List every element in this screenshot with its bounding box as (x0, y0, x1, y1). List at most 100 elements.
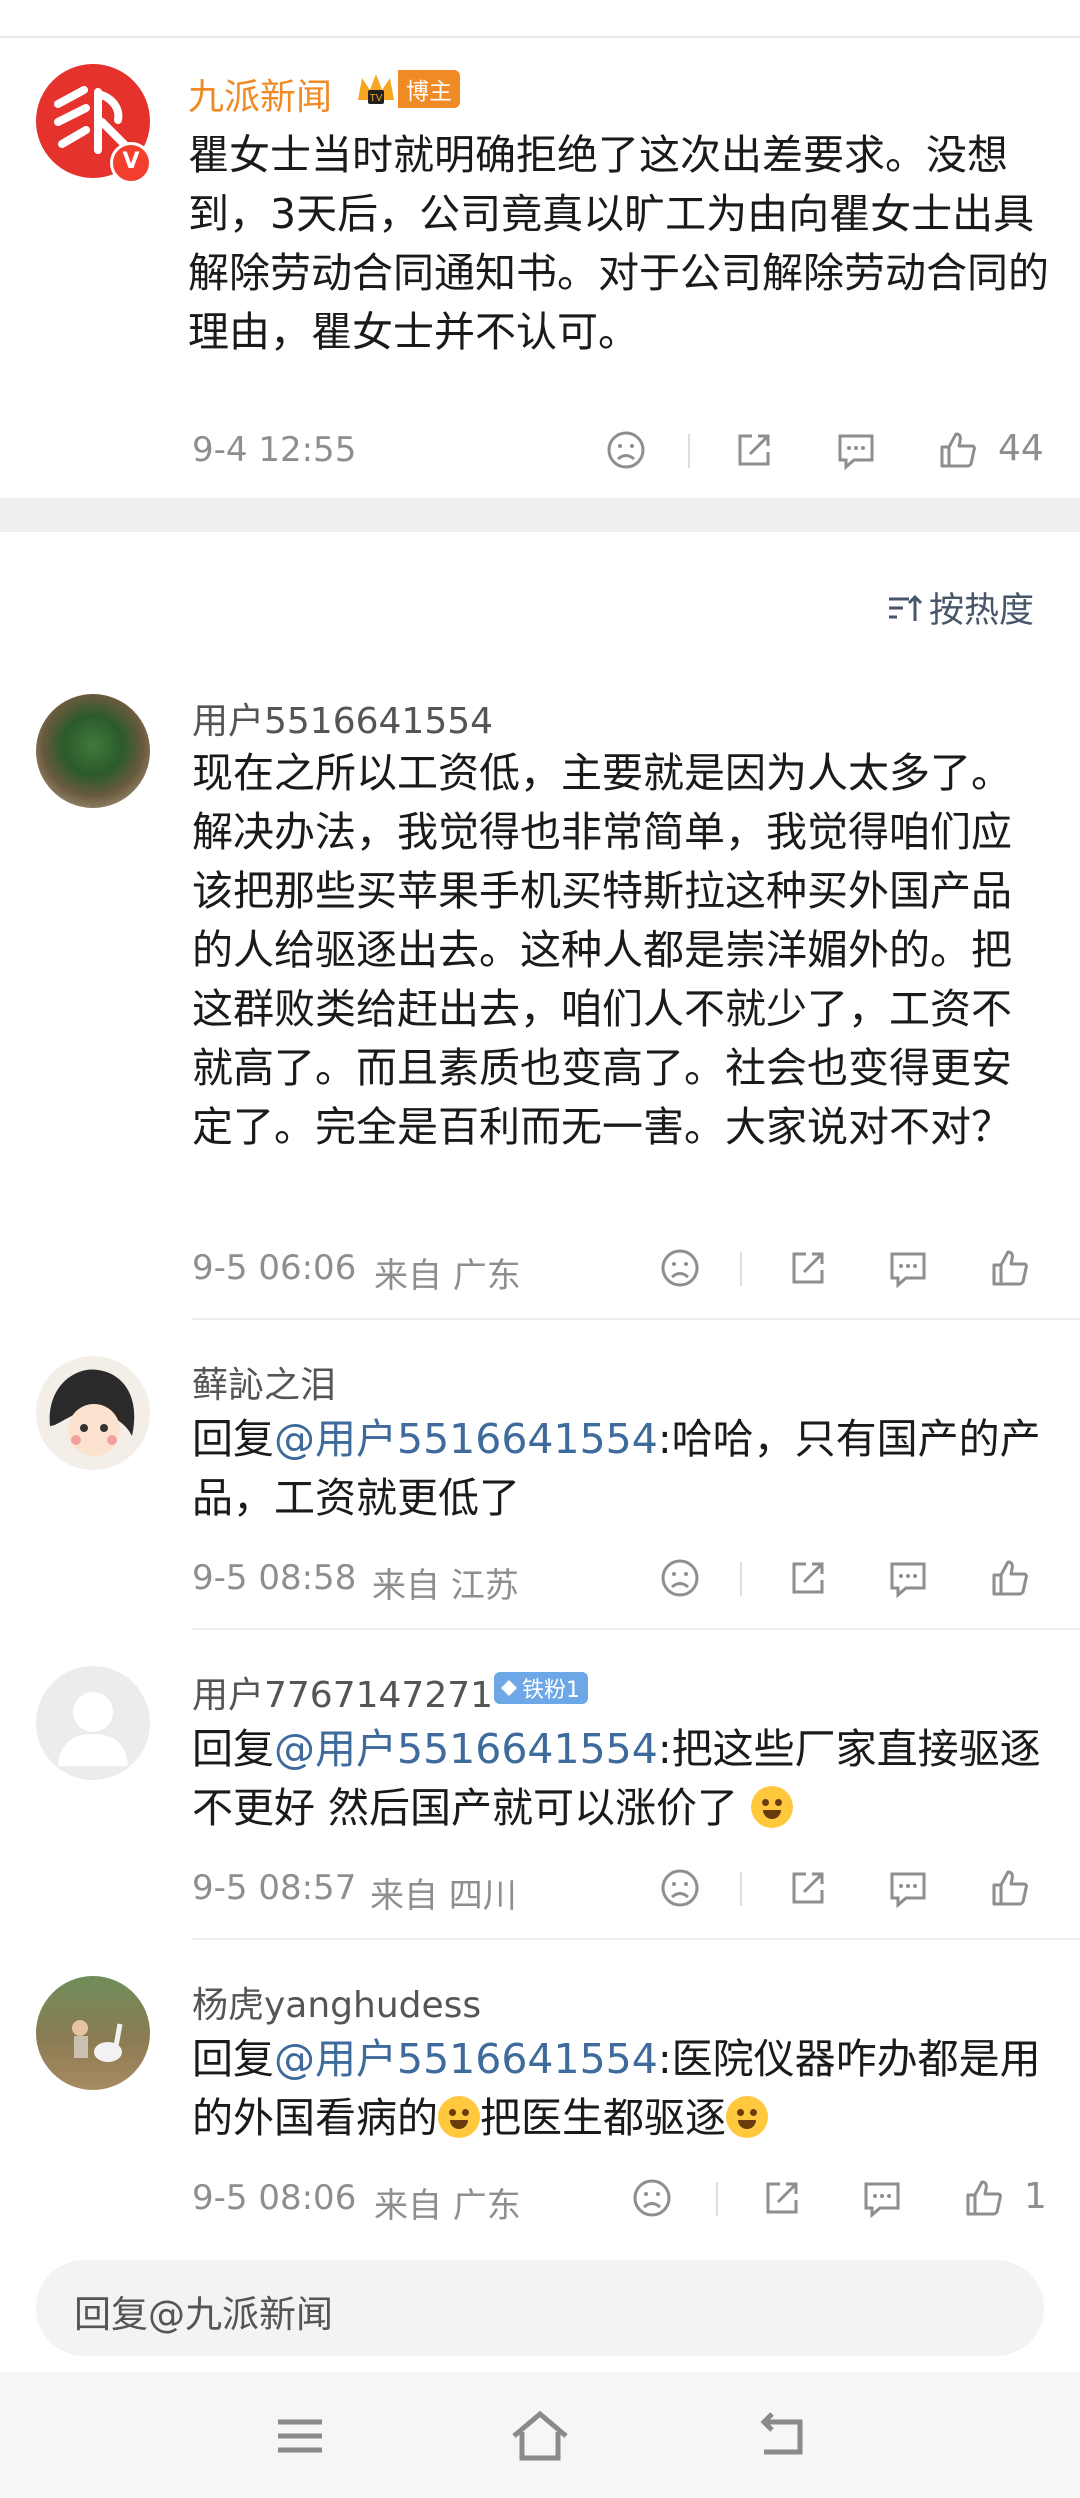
like-count: 44 (998, 428, 1044, 469)
post-time: 9-4 12:55 (192, 430, 357, 470)
avatar[interactable] (36, 1976, 150, 2090)
comment-location: 来自 广东 (374, 2186, 521, 2226)
fan-badge: 铁粉1 (494, 1672, 588, 1704)
comment-user[interactable]: 用户7767147271 (192, 1666, 493, 1718)
home-button[interactable] (508, 2408, 572, 2464)
comment-button[interactable] (882, 1242, 934, 1294)
verified-icon: V (110, 142, 152, 184)
like-button[interactable] (984, 1552, 1036, 1604)
laughing-emoji-icon (726, 2096, 768, 2138)
reply-placeholder: 回复@九派新闻 (74, 2293, 333, 2336)
comment-button[interactable] (882, 1862, 934, 1914)
dislike-icon (661, 1869, 699, 1907)
action-separator (740, 1872, 742, 1906)
mention-link[interactable]: @用户5516641554 (274, 1725, 658, 1773)
like-icon (992, 1560, 1028, 1596)
comment-icon (890, 1252, 926, 1289)
share-icon (792, 1562, 824, 1594)
dislike-icon (661, 1249, 699, 1287)
comment-time: 9-5 06:06 (192, 1248, 357, 1288)
share-button[interactable] (728, 424, 780, 476)
comment-button[interactable] (882, 1552, 934, 1604)
comment-user[interactable]: 杨虎yanghudess (192, 1976, 481, 2028)
share-icon (792, 1252, 824, 1284)
crying-emoji-icon (438, 2096, 480, 2138)
mention-link[interactable]: @用户5516641554 (274, 2035, 658, 2083)
comment-icon (890, 1562, 926, 1599)
section-gap (0, 498, 1080, 532)
back-button[interactable] (748, 2408, 812, 2464)
reply-input[interactable]: 回复@九派新闻 (36, 2260, 1044, 2356)
sort-toggle[interactable]: 按热度 (885, 582, 1034, 633)
action-separator (688, 434, 690, 468)
comment-text: 回复@用户5516641554:医院仪器咋办都是用的外国看病的 把医生都驱逐 (192, 2035, 1041, 2142)
comment-divider (192, 1318, 1080, 1320)
comment-time: 9-5 08:06 (192, 2178, 357, 2218)
comment-text: 回复@用户5516641554:把这些厂家直接驱逐不更好 然后国产就可以涨价了 (192, 1725, 1041, 1832)
like-button[interactable] (932, 424, 984, 476)
dislike-button[interactable] (600, 424, 652, 476)
like-icon (992, 1870, 1028, 1906)
crown-icon: TV (358, 74, 394, 104)
share-button[interactable] (756, 2172, 808, 2224)
comment-user[interactable]: 藓訫之泪 (192, 1356, 336, 1408)
like-count: 1 (1024, 2176, 1047, 2217)
comment-location: 来自 江苏 (372, 1566, 519, 1606)
top-divider (0, 0, 1080, 38)
dislike-icon (661, 1559, 699, 1597)
comment-icon (838, 434, 874, 471)
dislike-icon (607, 431, 645, 469)
author-name[interactable]: 九派新闻 (188, 68, 332, 120)
share-button[interactable] (782, 1242, 834, 1294)
comment-button[interactable] (830, 424, 882, 476)
share-button[interactable] (782, 1862, 834, 1914)
comment-time: 9-5 08:58 (192, 1558, 357, 1598)
like-icon (992, 1250, 1028, 1286)
sort-icon (888, 594, 923, 621)
dislike-icon (633, 2179, 671, 2217)
blogger-badge: TV 博主 (354, 70, 460, 108)
dislike-button[interactable] (654, 1862, 706, 1914)
svg-text:TV: TV (370, 93, 383, 104)
like-icon (966, 2180, 1002, 2216)
post-card: V 九派新闻 TV 博主 瞿女士当时就明确拒绝了这次出差要求。没想到，3天后，公… (0, 38, 1080, 498)
comment-text: 现在之所以工资低，主要就是因为人太多了。解决办法，我觉得也非常简单，我觉得咱们应… (192, 749, 1012, 1151)
back-icon (760, 2412, 803, 2455)
action-separator (716, 2182, 718, 2216)
action-separator (740, 1252, 742, 1286)
like-button[interactable] (984, 1242, 1036, 1294)
diamond-icon (501, 1680, 517, 1696)
comment-location: 来自 广东 (374, 1256, 521, 1296)
home-icon (512, 2410, 568, 2461)
like-icon (940, 432, 976, 468)
comment-divider (192, 1938, 1080, 1940)
share-button[interactable] (782, 1552, 834, 1604)
menu-icon (278, 2419, 322, 2453)
like-button[interactable] (958, 2172, 1010, 2224)
sort-label: 按热度 (928, 591, 1034, 631)
comment-location: 来自 四川 (370, 1876, 517, 1916)
avatar[interactable] (36, 694, 150, 808)
comment-button[interactable] (856, 2172, 908, 2224)
avatar[interactable] (36, 1666, 150, 1780)
dislike-button[interactable] (626, 2172, 678, 2224)
like-button[interactable] (984, 1862, 1036, 1914)
mention-link[interactable]: @用户5516641554 (274, 1415, 658, 1463)
share-icon (792, 1872, 824, 1904)
share-icon (738, 434, 770, 466)
dislike-button[interactable] (654, 1552, 706, 1604)
comment-text: 回复@用户5516641554:哈哈，只有国产的产品，工资就更低了 (192, 1415, 1041, 1522)
action-separator (740, 1562, 742, 1596)
comment-icon (864, 2182, 900, 2219)
avatar[interactable] (36, 1356, 150, 1470)
comment-time: 9-5 08:57 (192, 1868, 357, 1908)
menu-button[interactable] (268, 2408, 332, 2464)
share-icon (766, 2182, 798, 2214)
crying-laugh-emoji-icon (751, 1786, 794, 1828)
comment-icon (890, 1872, 926, 1909)
comment-divider (192, 1628, 1080, 1630)
post-text: 瞿女士当时就明确拒绝了这次出差要求。没想到，3天后，公司竟真以旷工为由向瞿女士出… (188, 131, 1049, 356)
comment-user[interactable]: 用户5516641554 (192, 692, 493, 744)
dislike-button[interactable] (654, 1242, 706, 1294)
system-nav-bar (0, 2372, 1080, 2498)
